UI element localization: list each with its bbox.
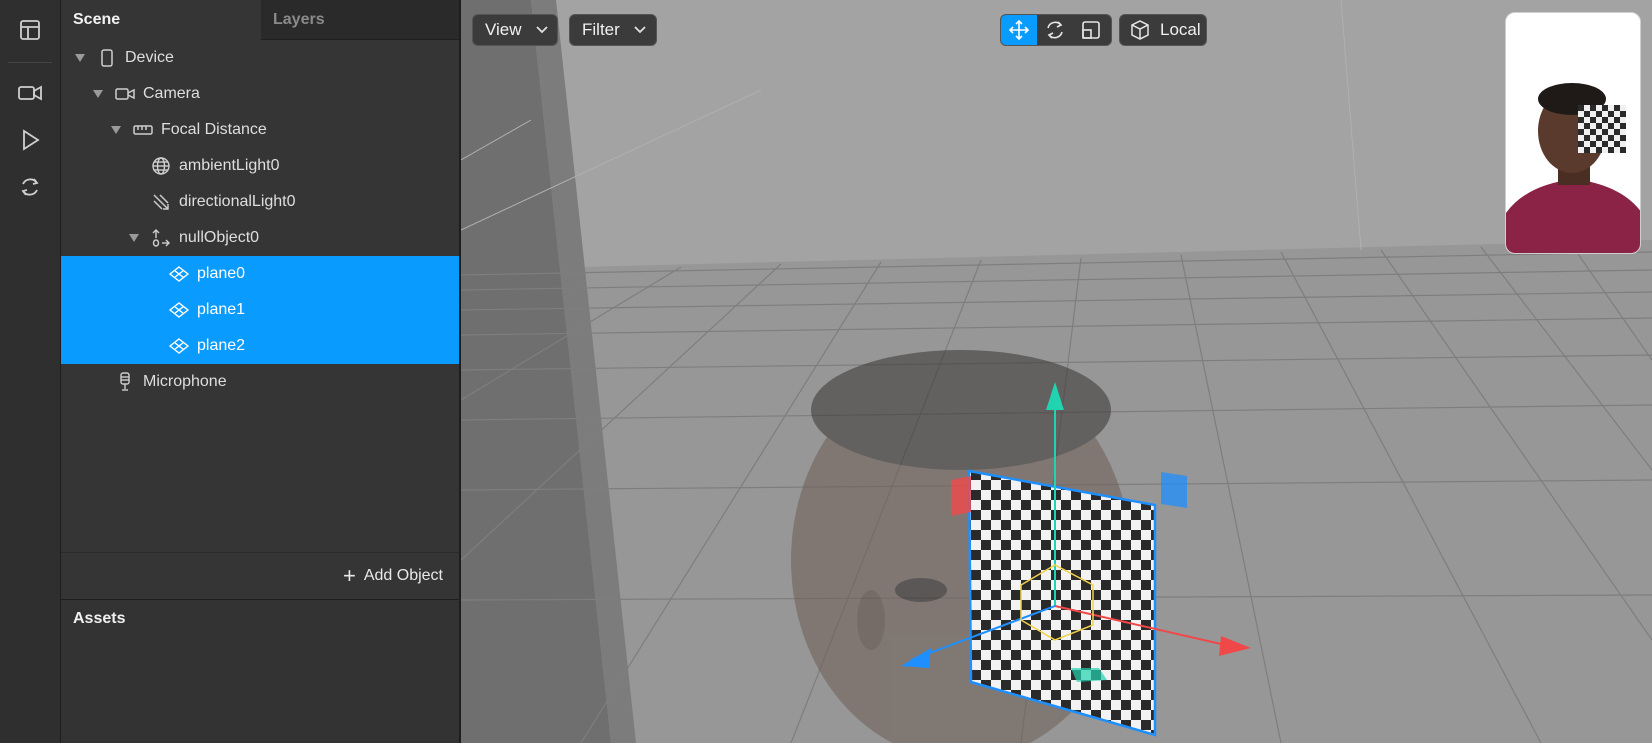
- move-icon[interactable]: [1001, 15, 1037, 45]
- layout-icon[interactable]: [15, 15, 45, 45]
- tree-item-plane2[interactable]: plane2: [61, 328, 459, 364]
- camera-icon: [115, 84, 135, 104]
- tree-item-directional-light[interactable]: directionalLight0: [61, 184, 459, 220]
- scale-icon[interactable]: [1073, 15, 1109, 45]
- tree-item-device[interactable]: Device: [61, 40, 459, 76]
- tree-item-label: Device: [125, 49, 174, 66]
- scene-viewport[interactable]: View Filter Local: [461, 0, 1652, 743]
- tree-item-null-object[interactable]: nullObject0: [61, 220, 459, 256]
- tree-item-plane0[interactable]: plane0: [61, 256, 459, 292]
- play-icon[interactable]: [15, 125, 45, 155]
- ruler-icon: [133, 120, 153, 140]
- chevron-down-icon[interactable]: [93, 89, 103, 99]
- transform-tools: [1000, 14, 1112, 46]
- chevron-down-icon[interactable]: [111, 125, 121, 135]
- tree-item-microphone[interactable]: Microphone: [61, 364, 459, 400]
- tree-item-ambient-light[interactable]: ambientLight0: [61, 148, 459, 184]
- space-label: Local: [1160, 20, 1201, 39]
- chevron-down-icon[interactable]: [75, 53, 85, 63]
- left-toolbar: [0, 0, 61, 743]
- filter-label: Filter: [582, 20, 620, 39]
- tab-scene[interactable]: Scene: [61, 0, 261, 40]
- scene-panel: Scene Layers Device Camera Focal Distanc…: [61, 0, 461, 743]
- chevron-down-icon: [634, 26, 646, 34]
- tree-item-label: ambientLight0: [179, 157, 280, 174]
- tree-item-label: Focal Distance: [161, 121, 267, 138]
- microphone-icon: [115, 372, 135, 392]
- tab-layers[interactable]: Layers: [261, 0, 459, 40]
- video-camera-icon[interactable]: [15, 78, 45, 108]
- phone-icon: [97, 48, 117, 68]
- tree-item-camera[interactable]: Camera: [61, 76, 459, 112]
- add-object-label: Add Object: [363, 567, 443, 584]
- assets-panel: Assets: [61, 600, 459, 743]
- camera-preview[interactable]: [1505, 12, 1641, 254]
- plane-icon: [169, 264, 189, 284]
- globe-icon: [151, 156, 171, 176]
- tree-item-label: plane0: [197, 265, 246, 282]
- tree-item-label: Microphone: [143, 373, 227, 390]
- add-object-button[interactable]: + Add Object: [343, 565, 443, 587]
- filter-dropdown[interactable]: Filter: [569, 14, 657, 46]
- viewport-canvas[interactable]: [461, 0, 1652, 743]
- tree-item-label: Camera: [143, 85, 200, 102]
- add-object-bar: + Add Object: [61, 552, 459, 601]
- plane-icon: [169, 300, 189, 320]
- null-object-icon: [151, 228, 171, 248]
- refresh-icon[interactable]: [15, 172, 45, 202]
- panel-tabs: Scene Layers: [61, 0, 459, 40]
- tree-item-label: directionalLight0: [179, 193, 296, 210]
- preview-image: [1506, 13, 1640, 253]
- directional-light-icon: [151, 192, 171, 212]
- plane-icon: [169, 336, 189, 356]
- view-label: View: [485, 20, 522, 39]
- plus-icon: +: [342, 563, 356, 588]
- space-toggle-button[interactable]: Local: [1119, 14, 1207, 46]
- rail-divider: [8, 62, 52, 63]
- tree-item-label: nullObject0: [179, 229, 260, 246]
- chevron-down-icon: [535, 26, 548, 34]
- tree-item-plane1[interactable]: plane1: [61, 292, 459, 328]
- assets-title: Assets: [73, 610, 126, 627]
- cube-icon: [1130, 20, 1150, 40]
- tree-item-focal-distance[interactable]: Focal Distance: [61, 112, 459, 148]
- view-dropdown[interactable]: View: [472, 14, 558, 46]
- tree-item-label: plane1: [197, 301, 246, 318]
- tree-item-label: plane2: [197, 337, 246, 354]
- chevron-down-icon[interactable]: [129, 233, 139, 243]
- rotate-icon[interactable]: [1037, 15, 1073, 45]
